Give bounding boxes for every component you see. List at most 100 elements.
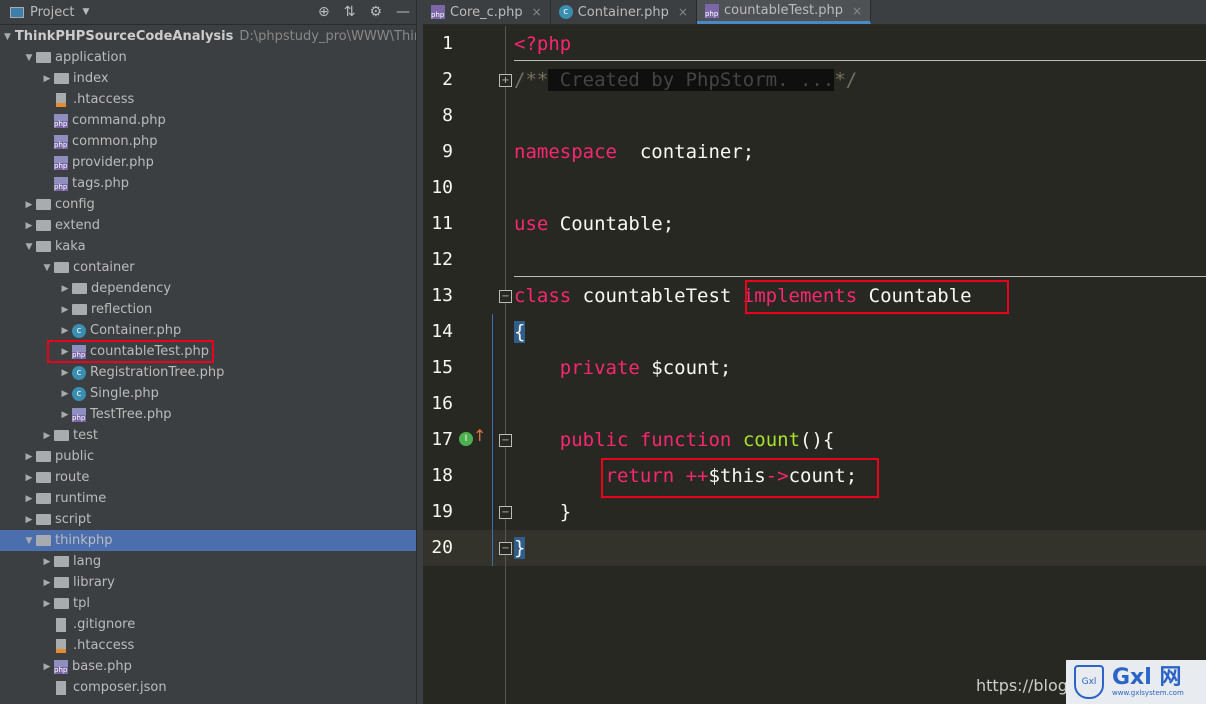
- project-view-selector[interactable]: Project: [30, 5, 74, 20]
- tree-item[interactable]: ▶ route: [0, 467, 416, 488]
- tree-item[interactable]: ▶ c Container.php: [0, 320, 416, 341]
- collapsed-arrow-icon[interactable]: ▶: [22, 452, 36, 462]
- folder-icon: [54, 262, 69, 273]
- tree-item[interactable]: ▶ runtime: [0, 488, 416, 509]
- tree-item[interactable]: ▶ test: [0, 425, 416, 446]
- collapsed-arrow-icon[interactable]: ▶: [58, 389, 72, 399]
- collapsed-arrow-icon[interactable]: ▶: [22, 221, 36, 231]
- collapsed-arrow-icon[interactable]: ▶: [58, 305, 72, 315]
- tree-item[interactable]: ▶ tpl: [0, 593, 416, 614]
- code-editor[interactable]: 1 <?php 2 /** Created by PhpStorm. ...*/ 8 9 n…: [423, 26, 1206, 704]
- tree-item[interactable]: .htaccess: [0, 89, 416, 110]
- tree-item[interactable]: ▶ dependency: [0, 278, 416, 299]
- collapsed-arrow-icon[interactable]: ▶: [40, 662, 54, 672]
- collapsed-arrow-icon[interactable]: ▶: [58, 368, 72, 378]
- tree-item[interactable]: ▶ reflection: [0, 299, 416, 320]
- collapsed-arrow-icon[interactable]: ▶: [58, 284, 72, 294]
- collapsed-arrow-icon[interactable]: ▶: [22, 494, 36, 504]
- tree-item[interactable]: ▼ thinkphp: [0, 530, 416, 551]
- tree-item-label: common.php: [72, 134, 158, 149]
- close-icon[interactable]: ×: [852, 4, 862, 18]
- collapsed-arrow-icon[interactable]: ▶: [22, 200, 36, 210]
- tree-item[interactable]: provider.php: [0, 152, 416, 173]
- tree-item[interactable]: ▶ extend: [0, 215, 416, 236]
- arrow-up-icon: ↑: [473, 426, 487, 445]
- tree-item[interactable]: ▼ kaka: [0, 236, 416, 257]
- close-icon[interactable]: ×: [532, 5, 542, 19]
- folded-comment[interactable]: Created by PhpStorm. ...: [548, 69, 835, 91]
- tree-item[interactable]: ▶ c Single.php: [0, 383, 416, 404]
- collapsed-arrow-icon[interactable]: ▶: [40, 431, 54, 441]
- collapsed-arrow-icon[interactable]: ▶: [40, 578, 54, 588]
- tree-item[interactable]: ▶ script: [0, 509, 416, 530]
- tree-item[interactable]: ▶ public: [0, 446, 416, 467]
- tree-item[interactable]: composer.json: [0, 677, 416, 698]
- tree-item[interactable]: .htaccess: [0, 635, 416, 656]
- tree-item-label: tpl: [73, 596, 90, 611]
- code-line: private $count;: [514, 350, 732, 386]
- expanded-arrow-icon[interactable]: ▼: [40, 263, 54, 273]
- fold-collapse-icon[interactable]: −: [499, 506, 512, 519]
- collapse-icon[interactable]: ⇅: [344, 4, 356, 20]
- tree-item[interactable]: ▶ lang: [0, 551, 416, 572]
- collapsed-arrow-icon[interactable]: ▶: [58, 410, 72, 420]
- tree-item-label: composer.json: [73, 680, 167, 695]
- tree-item-label: provider.php: [72, 155, 154, 170]
- php-file-icon: [54, 176, 68, 191]
- tree-item[interactable]: .gitignore: [0, 614, 416, 635]
- code-line: /** Created by PhpStorm. ...*/: [514, 62, 857, 98]
- gear-icon[interactable]: ⚙: [369, 4, 382, 20]
- tree-item-label: public: [55, 449, 95, 464]
- collapsed-arrow-icon[interactable]: ▶: [22, 515, 36, 525]
- tree-item[interactable]: ▶ config: [0, 194, 416, 215]
- line-number: 18: [431, 465, 453, 486]
- fold-collapse-icon[interactable]: −: [499, 290, 512, 303]
- tree-item[interactable]: ▶ TestTree.php: [0, 404, 416, 425]
- panel-splitter[interactable]: [416, 0, 423, 704]
- expanded-arrow-icon[interactable]: ▼: [22, 53, 36, 63]
- file-icon: [56, 617, 66, 632]
- collapsed-arrow-icon[interactable]: ▶: [40, 599, 54, 609]
- line-number: 8: [442, 105, 453, 126]
- tab-countabletest-php[interactable]: countableTest.php ×: [696, 0, 872, 24]
- folder-icon: [36, 514, 51, 525]
- minimize-icon[interactable]: —: [396, 4, 410, 20]
- tab-core_c-php[interactable]: Core_c.php ×: [423, 0, 551, 24]
- tree-item[interactable]: common.php: [0, 131, 416, 152]
- collapsed-arrow-icon[interactable]: ▶: [40, 74, 54, 84]
- tree-item[interactable]: ▶ library: [0, 572, 416, 593]
- collapsed-arrow-icon[interactable]: ▶: [40, 557, 54, 567]
- fold-expand-icon[interactable]: +: [499, 74, 512, 87]
- watermark-site: www.gxlsystem.com: [1112, 689, 1184, 697]
- tree-item[interactable]: command.php: [0, 110, 416, 131]
- code-token: Countable;: [548, 213, 675, 235]
- expanded-arrow-icon[interactable]: ▼: [22, 536, 36, 546]
- tree-item[interactable]: ▶ c RegistrationTree.php: [0, 362, 416, 383]
- implements-method-icon[interactable]: I: [459, 432, 473, 446]
- highlight-box: [47, 340, 214, 363]
- collapsed-arrow-icon[interactable]: ▶: [58, 326, 72, 336]
- expanded-arrow-icon[interactable]: ▼: [22, 242, 36, 252]
- code-token: */: [834, 69, 858, 91]
- fold-collapse-icon[interactable]: −: [499, 434, 512, 447]
- tree-item[interactable]: ▶ base.php: [0, 656, 416, 677]
- highlight-box: [745, 280, 1009, 314]
- chevron-down-icon[interactable]: ▼: [82, 7, 89, 17]
- tree-item[interactable]: tags.php: [0, 173, 416, 194]
- collapsed-arrow-icon[interactable]: ▶: [22, 473, 36, 483]
- tree-item[interactable]: ▼ container: [0, 257, 416, 278]
- line-number: 12: [431, 249, 453, 270]
- tree-item[interactable]: ▶ index: [0, 68, 416, 89]
- locate-icon[interactable]: ⊕: [318, 4, 330, 20]
- tab-container-php[interactable]: c Container.php ×: [551, 0, 697, 24]
- expanded-arrow-icon[interactable]: ▼: [4, 32, 11, 42]
- code-token: (){: [800, 429, 835, 451]
- tree-item[interactable]: ▼ application: [0, 47, 416, 68]
- fold-collapse-icon[interactable]: −: [499, 542, 512, 555]
- code-token: }: [514, 537, 526, 559]
- class-icon: c: [72, 386, 86, 401]
- method-separator: [514, 276, 1206, 277]
- code-token: /**: [514, 69, 549, 91]
- tree-item[interactable]: ▼ ThinkPHPSourceCodeAnalysis D:\phpstudy_p…: [0, 26, 416, 47]
- close-icon[interactable]: ×: [678, 5, 688, 19]
